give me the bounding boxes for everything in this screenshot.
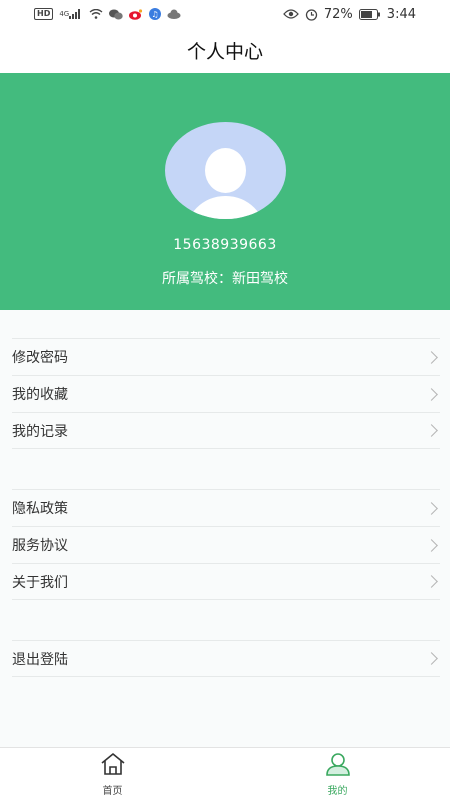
avatar[interactable] xyxy=(164,122,286,219)
eye-icon xyxy=(283,9,299,19)
weibo-icon xyxy=(129,8,143,20)
chevron-right-icon xyxy=(425,387,438,401)
menu-group-logout: 退出登陆 xyxy=(12,640,440,677)
wechat-icon xyxy=(109,9,123,20)
menu-item-label: 关于我们 xyxy=(12,574,68,591)
alarm-icon xyxy=(305,8,318,21)
chevron-right-icon xyxy=(425,501,438,515)
chevron-right-icon xyxy=(425,652,438,665)
svg-text:♫: ♫ xyxy=(152,10,159,19)
hd-icon: HD xyxy=(34,8,54,20)
battery-icon xyxy=(358,8,381,20)
wifi-icon xyxy=(89,9,103,19)
menu-item-records[interactable]: 我的记录 xyxy=(12,412,440,449)
chevron-right-icon xyxy=(425,575,438,588)
profile-header: 15638939663 所属驾校：新田驾校 xyxy=(0,73,450,310)
title-bar: 个人中心 xyxy=(0,28,450,73)
person-icon xyxy=(325,752,351,780)
avatar-body-shape xyxy=(184,196,266,219)
menu-item-label: 退出登陆 xyxy=(12,651,68,668)
menu-item-logout[interactable]: 退出登陆 xyxy=(12,640,440,677)
tab-mine[interactable]: 我的 xyxy=(225,748,450,800)
battery-percent: 72% xyxy=(323,6,353,22)
menu-item-change-password[interactable]: 修改密码 xyxy=(12,338,440,375)
menu-item-label: 我的记录 xyxy=(12,423,68,440)
user-phone: 15638939663 xyxy=(173,237,277,253)
menu-item-favorites[interactable]: 我的收藏 xyxy=(12,375,440,412)
menu-item-label: 隐私政策 xyxy=(12,501,68,517)
tab-mine-label: 我的 xyxy=(327,785,348,797)
music-icon: ♫ xyxy=(149,8,162,20)
menu-item-label: 服务协议 xyxy=(12,538,68,554)
signal-label: 4G xyxy=(59,10,70,18)
bottom-tab-bar: 首页 我的 xyxy=(0,747,450,800)
chevron-right-icon xyxy=(425,538,438,552)
menu-group-account: 修改密码 我的收藏 我的记录 xyxy=(12,338,440,449)
menu-item-about-us[interactable]: 关于我们 xyxy=(12,563,440,600)
cloud-icon xyxy=(167,9,181,19)
menu-item-label: 我的收藏 xyxy=(12,387,68,403)
avatar-head-shape xyxy=(204,148,246,193)
tab-home[interactable]: 首页 xyxy=(0,748,225,800)
signal-icon: 4G xyxy=(59,9,83,19)
menu-group-info: 隐私政策 服务协议 关于我们 xyxy=(12,489,440,600)
menu-item-privacy-policy[interactable]: 隐私政策 xyxy=(12,489,440,526)
home-icon xyxy=(100,752,126,780)
chevron-right-icon xyxy=(425,350,438,364)
tab-home-label: 首页 xyxy=(102,785,123,797)
page-title: 个人中心 xyxy=(186,41,263,63)
menu-item-service-agreement[interactable]: 服务协议 xyxy=(12,526,440,563)
menu-item-label: 修改密码 xyxy=(12,350,68,366)
status-left: HD 4G ♫ xyxy=(34,8,181,20)
clock-time: 3:44 xyxy=(386,6,416,22)
chevron-right-icon xyxy=(425,424,438,437)
user-school: 所属驾校：新田驾校 xyxy=(162,271,288,287)
status-bar: HD 4G ♫ 72% 3:44 xyxy=(0,0,450,28)
status-right: 72% 3:44 xyxy=(283,7,416,22)
